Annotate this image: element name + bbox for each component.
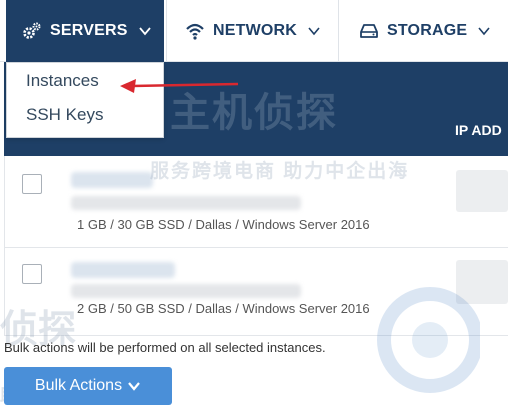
redacted-label xyxy=(71,284,301,298)
table-row: 2 GB / 50 GB SSD / Dallas / Windows Serv… xyxy=(4,248,508,336)
redacted-label xyxy=(71,172,153,188)
row-checkbox[interactable] xyxy=(22,264,42,284)
row-checkbox[interactable] xyxy=(22,174,42,194)
table-row: 1 GB / 30 GB SSD / Dallas / Windows Serv… xyxy=(4,156,508,248)
top-navigation: SERVERS NETWORK STORAGE xyxy=(0,0,508,62)
annotation-arrow xyxy=(120,79,239,93)
chevron-down-icon xyxy=(308,27,320,36)
instance-specs: 1 GB / 30 GB SSD / Dallas / Windows Serv… xyxy=(77,217,370,232)
redacted-ip xyxy=(456,260,508,304)
chevron-down-icon xyxy=(478,27,490,36)
instance-specs: 2 GB / 50 GB SSD / Dallas / Windows Serv… xyxy=(77,301,370,316)
tab-servers-label: SERVERS xyxy=(50,22,128,39)
redacted-label xyxy=(71,196,301,210)
bulk-actions-note: Bulk actions will be performed on all se… xyxy=(4,340,326,355)
hard-drive-icon xyxy=(360,24,378,38)
chevron-down-icon xyxy=(138,27,151,36)
gears-icon xyxy=(23,22,41,39)
chevron-down-icon xyxy=(128,382,140,391)
column-header-ip: IP ADD xyxy=(455,122,502,138)
tab-network[interactable]: NETWORK xyxy=(166,0,338,62)
tab-network-label: NETWORK xyxy=(213,22,298,39)
bulk-actions-label: Bulk Actions xyxy=(34,377,123,394)
wifi-icon xyxy=(186,23,204,40)
tab-storage-label: STORAGE xyxy=(387,22,468,39)
tab-servers[interactable]: SERVERS xyxy=(6,0,164,62)
menu-item-ssh-keys[interactable]: SSH Keys xyxy=(26,105,103,125)
tab-storage[interactable]: STORAGE xyxy=(338,0,508,62)
bulk-actions-button[interactable]: Bulk Actions xyxy=(4,367,172,405)
redacted-label xyxy=(71,262,175,278)
redacted-ip xyxy=(456,170,508,212)
menu-item-instances[interactable]: Instances xyxy=(26,71,99,91)
